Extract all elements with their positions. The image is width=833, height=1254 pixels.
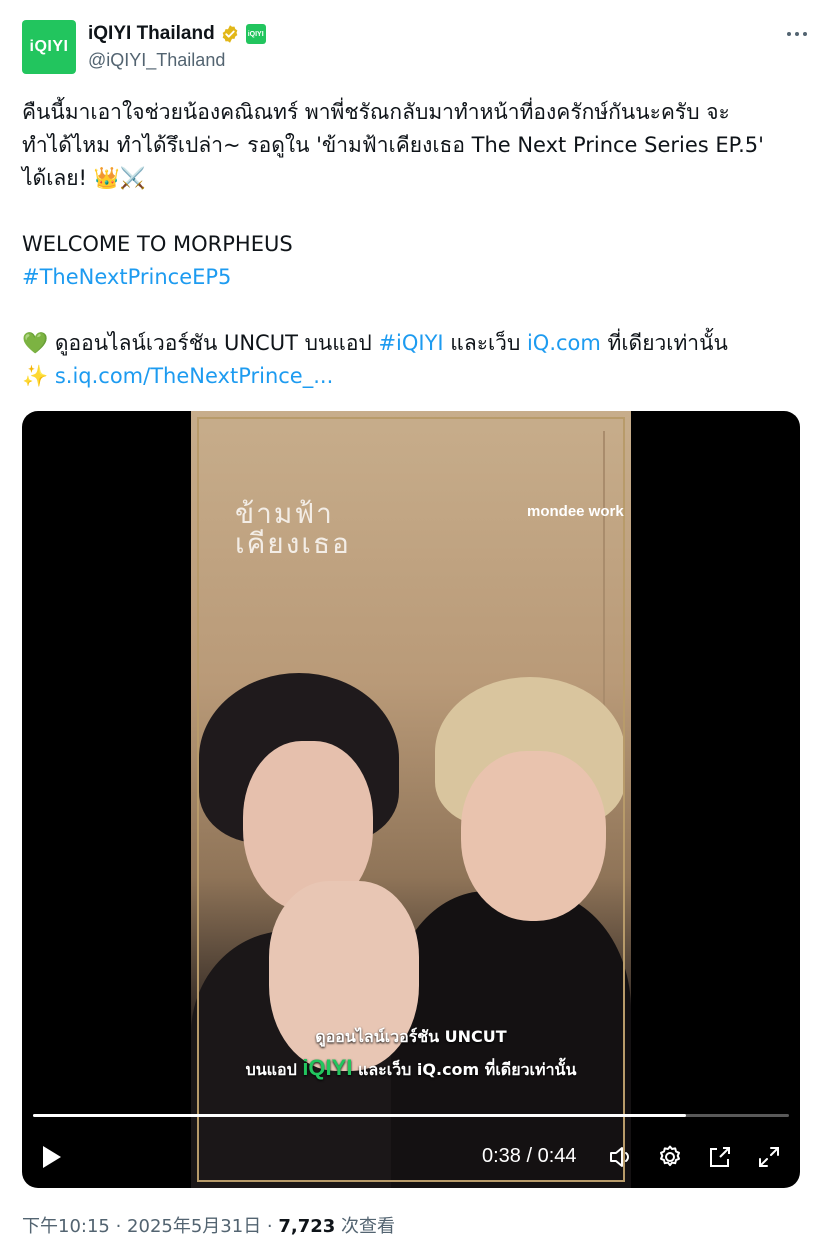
tweet-header: iQIYI iQIYI Thailand iQIYI @iQIYI_Thaila…	[22, 18, 812, 78]
tweet-segment: ดูออนไลน์เวอร์ชัน UNCUT บนแอป	[48, 331, 379, 355]
account-handle[interactable]: @iQIYI_Thailand	[88, 50, 225, 71]
tweet-timestamp[interactable]: 下午10:15 · 2025年5月31日 ·	[22, 1216, 278, 1237]
video-caption: บนแอป iQIYI และเว็บ iQ.com ที่เดียวเท่าน…	[191, 1055, 631, 1083]
tweet-line: 💚 ดูออนไลน์เวอร์ชัน UNCUT บนแอป #iQIYI แ…	[22, 327, 812, 360]
tweet-line: ได้เลย! 👑⚔️	[22, 166, 146, 190]
views-label: 次查看	[335, 1216, 396, 1237]
hashtag-link[interactable]: #iQIYI	[378, 331, 443, 355]
progress-fill	[33, 1114, 687, 1117]
video-caption: ดูออนไลน์เวอร์ชัน UNCUT	[315, 1027, 507, 1046]
series-logo: ข้ามฟ้า เคียงเธอ	[235, 497, 351, 560]
play-icon[interactable]	[40, 1144, 64, 1170]
hashtag-link[interactable]: #TheNextPrinceEP5	[22, 261, 812, 294]
affiliate-badge-text: iQIYI	[247, 30, 264, 38]
tweet-text: คืนนี้มาเอาใจช่วยน้องคณิณทร์ พาพี่ชรัณกล…	[22, 96, 812, 393]
tweet-line: ทำได้ไหม ทำได้รึเปล่า~ รอดูใน 'ข้ามฟ้าเค…	[22, 133, 764, 157]
volume-icon[interactable]	[608, 1144, 634, 1170]
iq-link[interactable]: iQ.com	[527, 331, 601, 355]
verified-badge-icon	[222, 25, 238, 43]
video-frame: ข้ามฟ้า เคียงเธอ mondee work ดูออนไลน์เว…	[191, 411, 631, 1188]
affiliate-badge-icon[interactable]: iQIYI	[245, 24, 266, 44]
progress-bar[interactable]	[33, 1114, 789, 1117]
time-display: 0:38 / 0:44	[482, 1145, 577, 1167]
avatar[interactable]: iQIYI	[22, 20, 76, 74]
green-heart-emoji: 💚	[22, 331, 49, 355]
fullscreen-icon[interactable]	[756, 1144, 782, 1170]
short-url-link[interactable]: s.iq.com/TheNextPrince_...	[55, 364, 333, 388]
tweet-segment: ที่เดียวเท่านั้น	[600, 331, 728, 355]
display-name[interactable]: iQIYI Thailand	[88, 23, 215, 45]
video-player[interactable]: ข้ามฟ้า เคียงเธอ mondee work ดูออนไลน์เว…	[22, 411, 800, 1188]
settings-gear-icon[interactable]	[657, 1144, 683, 1170]
sparkles-emoji: ✨	[22, 364, 55, 388]
tweet-meta: 下午10:15 · 2025年5月31日 · 7,723 次查看	[22, 1212, 395, 1238]
more-options-icon[interactable]	[782, 22, 812, 46]
caption-brand: iQIYI	[302, 1055, 353, 1080]
picture-in-picture-icon[interactable]	[707, 1144, 733, 1170]
avatar-logo-text: iQIYI	[29, 38, 69, 55]
view-count: 7,723	[278, 1216, 336, 1237]
caption-segment: และเว็บ iQ.com ที่เดียวเท่านั้น	[352, 1060, 577, 1079]
caption-segment: บนแอป	[245, 1060, 303, 1079]
tweet-line: ✨ s.iq.com/TheNextPrince_...	[22, 360, 812, 393]
studio-logo: mondee work	[527, 503, 624, 520]
tweet-segment: และเว็บ	[443, 331, 527, 355]
name-row: iQIYI Thailand iQIYI	[88, 22, 266, 46]
tweet-line: WELCOME TO MORPHEUS	[22, 232, 293, 256]
tweet-line: คืนนี้มาเอาใจช่วยน้องคณิณทร์ พาพี่ชรัณกล…	[22, 100, 730, 124]
video-controls: 0:38 / 0:44	[22, 1136, 800, 1176]
